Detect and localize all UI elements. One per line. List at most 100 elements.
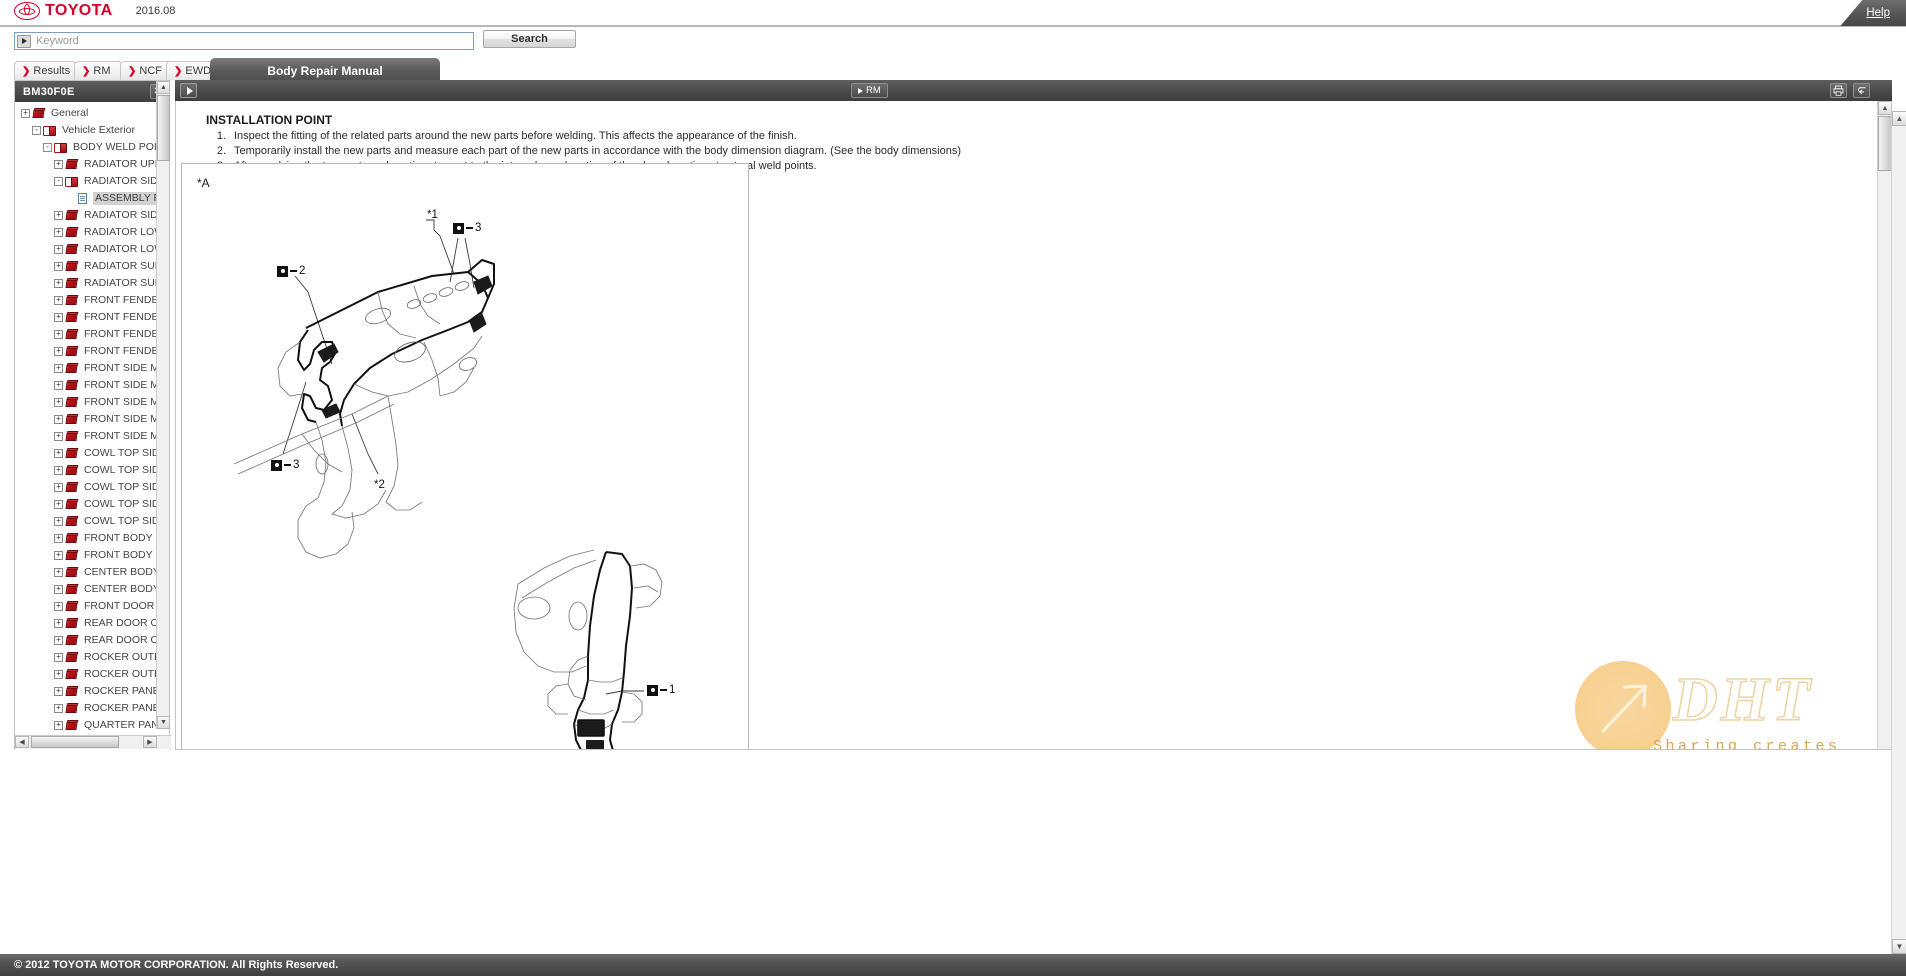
expand-icon[interactable]: + (54, 687, 63, 696)
expand-icon[interactable]: + (54, 670, 63, 679)
tree-item[interactable]: + COWL TOP SIDE F (15, 496, 169, 513)
tree-item[interactable]: + RADIATOR UPPER (15, 156, 169, 173)
expand-icon[interactable]: + (54, 313, 63, 322)
expand-icon[interactable]: + (54, 398, 63, 407)
expand-icon[interactable]: + (54, 653, 63, 662)
tab-rm[interactable]: ❯ RM (74, 61, 122, 80)
help-link[interactable]: Help (1840, 0, 1906, 26)
scroll-thumb[interactable] (157, 95, 170, 161)
tree-item[interactable]: +REAR DOOR OUTE (15, 615, 169, 632)
tree-item[interactable]: + FRONT SIDE MEM (15, 411, 169, 428)
expand-icon[interactable]: + (54, 296, 63, 305)
scroll-down-icon[interactable]: ▼ (157, 716, 170, 729)
tree-item[interactable]: + FRONT SIDE MEM (15, 394, 169, 411)
page-scroll-down-icon[interactable]: ▼ (1892, 939, 1906, 954)
tree-vertical-scrollbar[interactable]: ▲ ▼ (156, 81, 170, 729)
rm-jump-button[interactable]: RM (851, 83, 888, 98)
expand-icon[interactable]: + (54, 500, 63, 509)
expand-icon[interactable]: + (54, 432, 63, 441)
scroll-thumb[interactable] (1878, 116, 1891, 171)
scroll-up-icon[interactable]: ▲ (157, 81, 170, 94)
tree-item[interactable]: + COWL TOP SIDE U (15, 462, 169, 479)
expand-icon[interactable]: + (54, 551, 63, 560)
tree-horizontal-scrollbar[interactable]: ◀ ▶ (15, 735, 171, 749)
tree-item[interactable]: + FRONT SIDE MEM (15, 360, 169, 377)
tree-item[interactable]: + FRONT FENDER A (15, 343, 169, 360)
scroll-thumb-horizontal[interactable] (31, 736, 119, 748)
expand-icon[interactable]: + (54, 636, 63, 645)
tree-item[interactable]: - BODY WELD POINT (15, 139, 169, 156)
expand-icon[interactable]: + (54, 262, 63, 271)
tree-item[interactable]: + FRONT SIDE MEM (15, 377, 169, 394)
document-vertical-scrollbar[interactable]: ▲ (1877, 101, 1891, 749)
tree-item[interactable]: + RADIATOR SUPPO (15, 275, 169, 292)
print-icon[interactable] (1830, 83, 1847, 98)
tree-item[interactable]: + FRONT FENDER A (15, 326, 169, 343)
tab-results[interactable]: ❯ Results (14, 61, 76, 80)
tree-item[interactable]: +RADIATOR LOWER (15, 241, 169, 258)
tree-item[interactable]: + General (15, 105, 169, 122)
collapse-icon[interactable]: - (32, 126, 41, 135)
collapse-icon[interactable]: - (54, 177, 63, 186)
tree-item[interactable]: + CENTER BODY PIL (15, 581, 169, 598)
tree-item[interactable]: + ROCKER PANEL(fc (15, 683, 169, 700)
tree-item[interactable]: + RADIATOR SIDE S (15, 207, 169, 224)
expand-icon[interactable]: + (54, 721, 63, 730)
tree-item[interactable]: + CENTER BODY PIL (15, 564, 169, 581)
tree-item[interactable]: ASSEMBLY REPLA( (15, 190, 169, 207)
navigation-tree[interactable]: + General - Vehicle Exterior - BODY WELD POIN… (15, 102, 169, 750)
expand-icon[interactable]: + (54, 245, 63, 254)
tab-ncf[interactable]: ❯ NCF (120, 61, 170, 80)
scroll-up-icon[interactable]: ▲ (1878, 101, 1891, 115)
expand-icon[interactable]: + (54, 228, 63, 237)
search-button[interactable]: Search (483, 30, 576, 48)
tree-item[interactable]: + FRONT FENDER FI (15, 292, 169, 309)
expand-icon[interactable]: + (54, 466, 63, 475)
tree-item[interactable]: + FRONT BODY PILL (15, 530, 169, 547)
expand-icon[interactable]: + (54, 619, 63, 628)
tree-item[interactable]: +QUARTER PANEL(1 (15, 717, 169, 734)
tree-item[interactable]: + FRONT BODY PILL (15, 547, 169, 564)
expand-icon[interactable]: + (54, 211, 63, 220)
tree-item[interactable]: + COWL TOP SIDE U (15, 445, 169, 462)
expand-icon[interactable]: + (21, 109, 30, 118)
tree-item[interactable]: + FRONT SIDE MEM (15, 428, 169, 445)
page-vertical-scrollbar[interactable]: ▲ ▼ (1891, 111, 1906, 954)
expand-icon[interactable]: + (54, 568, 63, 577)
expand-icon[interactable]: + (54, 347, 63, 356)
tree-item[interactable]: +RADIATOR LOWER (15, 224, 169, 241)
expand-icon[interactable]: + (54, 449, 63, 458)
expand-icon[interactable]: + (54, 585, 63, 594)
expand-icon[interactable]: + (54, 517, 63, 526)
tree-item[interactable]: + RADIATOR SUPPO (15, 258, 169, 275)
forward-button[interactable] (180, 83, 197, 98)
expand-icon[interactable]: + (54, 279, 63, 288)
scroll-right-icon[interactable]: ▶ (143, 736, 157, 748)
tree-item[interactable]: + COWL TOP SIDE F (15, 479, 169, 496)
tree-item[interactable]: - RADIATOR SIDE S (15, 173, 169, 190)
return-arrow-icon[interactable] (1853, 83, 1870, 98)
tree-item[interactable]: +ROCKER OUTER P (15, 649, 169, 666)
tree-item[interactable]: +FRONT DOOR OUT (15, 598, 169, 615)
scroll-left-icon[interactable]: ◀ (15, 736, 29, 748)
tab-label: NCF (139, 65, 162, 77)
tree-item[interactable]: + COWL TOP SIDE F (15, 513, 169, 530)
expand-icon[interactable]: + (54, 602, 63, 611)
tree-item[interactable]: +ROCKER OUTER P (15, 666, 169, 683)
tree-item[interactable]: + FRONT FENDER FI (15, 309, 169, 326)
expand-icon[interactable]: + (54, 381, 63, 390)
page-scroll-up-icon[interactable]: ▲ (1892, 111, 1906, 126)
expand-icon[interactable]: + (54, 160, 63, 169)
expand-icon[interactable]: + (54, 534, 63, 543)
tree-item[interactable]: - Vehicle Exterior (15, 122, 169, 139)
expand-icon[interactable]: + (54, 330, 63, 339)
expand-icon[interactable]: + (54, 704, 63, 713)
expand-icon[interactable]: + (54, 483, 63, 492)
expand-icon[interactable]: + (54, 415, 63, 424)
search-arrow-icon[interactable] (17, 34, 31, 48)
tree-item[interactable]: + ROCKER PANEL(e: (15, 700, 169, 717)
expand-icon[interactable]: + (54, 364, 63, 373)
tree-item[interactable]: +REAR DOOR OUTE (15, 632, 169, 649)
search-input[interactable] (34, 34, 473, 48)
collapse-icon[interactable]: - (43, 143, 52, 152)
